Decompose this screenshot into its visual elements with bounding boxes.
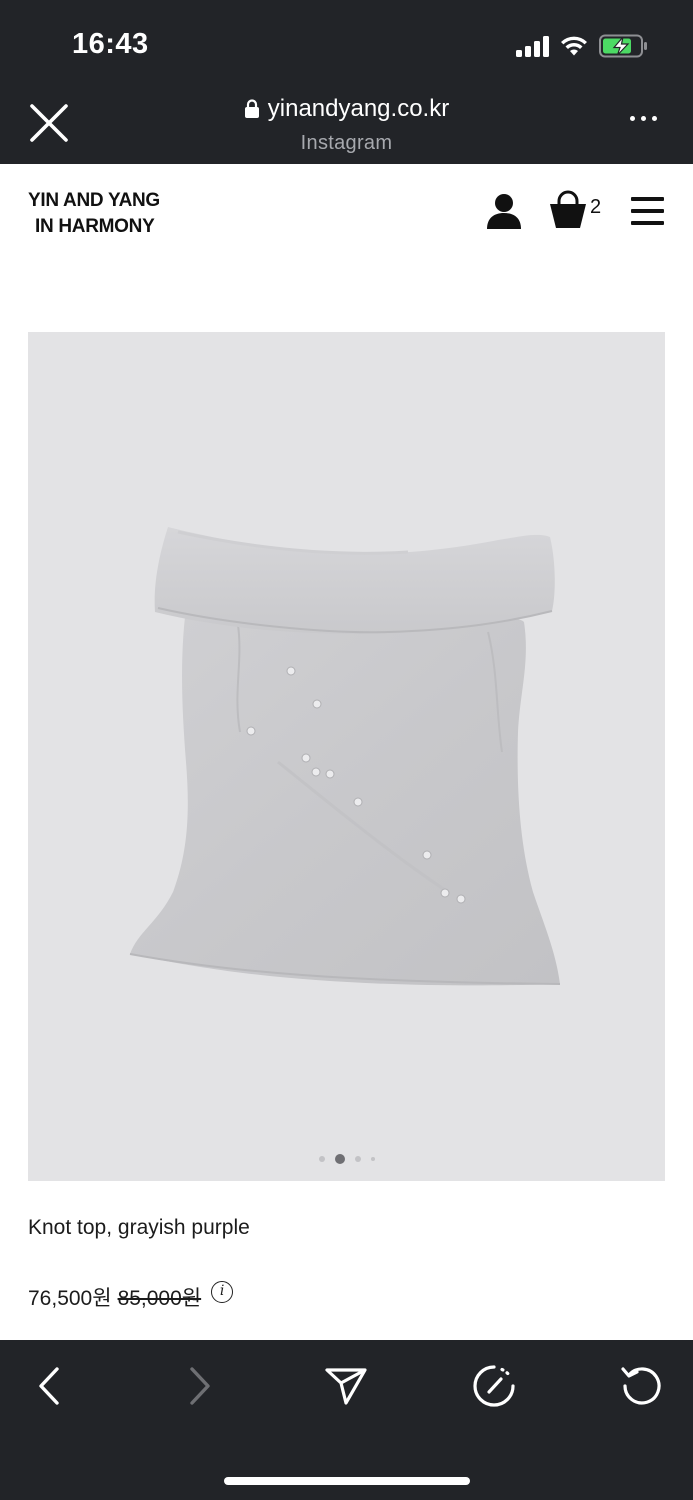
browser-top-bar: 16:43 yinandyang.co.kr Instagram bbox=[0, 0, 693, 164]
carousel-dot-active[interactable] bbox=[334, 1154, 345, 1164]
site-logo[interactable]: YIN AND YANG IN HARMONY bbox=[28, 188, 160, 240]
more-icon[interactable] bbox=[630, 116, 657, 121]
logo-line-2: IN HARMONY bbox=[35, 216, 155, 237]
status-indicators bbox=[516, 32, 649, 60]
image-carousel-dots[interactable] bbox=[0, 1154, 693, 1164]
logo-line-1: YIN AND YANG bbox=[28, 190, 160, 211]
browser-bottom-toolbar bbox=[0, 1340, 693, 1500]
speed-icon[interactable] bbox=[472, 1364, 516, 1408]
sale-price: 76,500원 bbox=[28, 1287, 112, 1310]
carousel-dot[interactable] bbox=[370, 1157, 375, 1161]
shopping-bag-icon[interactable] bbox=[548, 190, 588, 230]
original-price: 85,000원 bbox=[117, 1287, 202, 1310]
reload-icon[interactable] bbox=[620, 1364, 664, 1408]
status-time: 16:43 bbox=[72, 28, 149, 60]
info-icon[interactable]: i bbox=[211, 1281, 234, 1303]
hamburger-menu-icon[interactable] bbox=[631, 197, 664, 225]
product-name: Knot top, grayish purple bbox=[28, 1216, 250, 1239]
carousel-dot[interactable] bbox=[354, 1156, 361, 1162]
wifi-icon bbox=[559, 35, 589, 57]
cellular-signal-icon bbox=[516, 35, 549, 57]
garment-illustration bbox=[129, 527, 561, 986]
url-text: yinandyang.co.kr bbox=[267, 95, 450, 122]
forward-icon[interactable] bbox=[178, 1364, 222, 1408]
url-area[interactable]: yinandyang.co.kr Instagram bbox=[0, 95, 693, 155]
price-row: 76,500원 85,000원 i bbox=[28, 1281, 234, 1312]
carousel-dot[interactable] bbox=[318, 1156, 325, 1162]
product-image[interactable] bbox=[28, 332, 665, 1181]
battery-charging-icon bbox=[599, 34, 649, 58]
home-indicator[interactable] bbox=[224, 1477, 470, 1485]
cart-count-badge: 2 bbox=[590, 196, 602, 218]
back-icon[interactable] bbox=[27, 1364, 71, 1408]
source-app-label: Instagram bbox=[300, 132, 393, 154]
account-icon[interactable] bbox=[485, 192, 523, 230]
share-icon[interactable] bbox=[324, 1364, 368, 1408]
lock-icon bbox=[244, 99, 259, 118]
